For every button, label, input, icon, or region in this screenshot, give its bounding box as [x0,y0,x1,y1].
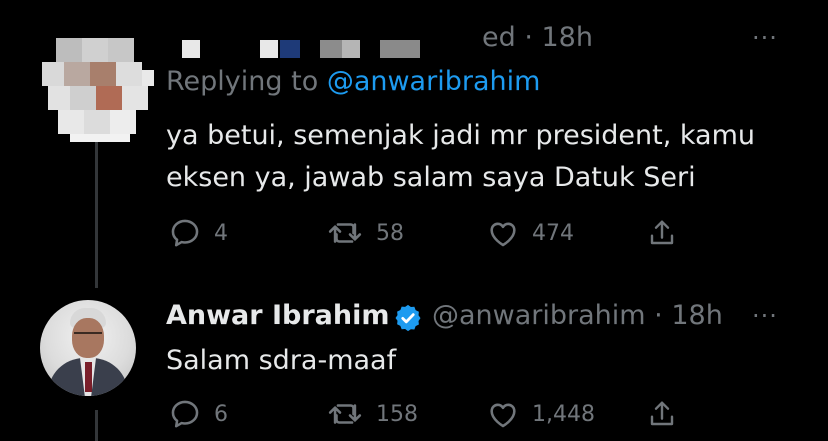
tweet2-retweet-count: 158 [376,401,418,427]
anwar-ibrahim-avatar[interactable] [40,300,136,396]
redacted-name-block-4 [320,40,342,58]
redacted-name-block-5 [342,40,360,58]
author-handle-time[interactable]: @anwaribrahim · 18h [432,300,723,331]
replying-prefix: Replying to [166,66,319,97]
author-name[interactable]: Anwar Ibrahim [166,300,390,331]
share-icon [650,220,674,245]
share-icon [650,401,674,426]
redacted-avatar[interactable] [42,24,154,142]
tweet1-text-line1: ya betui, semenjak jadi mr president, ka… [166,120,756,151]
avatar-tie [85,362,92,392]
reply-icon [171,400,199,428]
tweet1-more-icon[interactable]: ··· [752,24,778,52]
retweet-icon [328,223,362,243]
tweet1-time[interactable]: ed · 18h [482,22,593,53]
replying-to-line: Replying to @anwaribrahim [166,66,540,97]
tweet1-like-count: 474 [532,220,574,246]
tweet2-reply-button[interactable]: 6 [168,397,228,431]
verified-badge-icon [395,304,421,332]
like-icon [490,403,516,428]
retweet-icon [328,404,362,424]
avatar-glasses [74,332,102,340]
reply-icon [171,219,199,247]
redacted-name-block-6 [380,40,420,58]
tweet2-like-count: 1,448 [532,401,595,427]
tweet1-retweet-button[interactable]: 58 [326,216,404,250]
redacted-name-block-1 [182,40,200,58]
tweet2-text: Salam sdra-maaf [166,345,397,376]
redacted-name-block-3 [280,40,300,58]
tweet1-retweet-count: 58 [376,220,404,246]
tweet1-reply-button[interactable]: 4 [168,216,228,250]
tweet2-reply-count: 6 [214,401,228,427]
thread-line-top [95,140,98,288]
tweet1-text-line2: eksen ya, jawab salam saya Datuk Seri [166,162,696,193]
tweet2-like-button[interactable]: 1,448 [486,397,595,431]
redacted-name-block-2 [260,40,278,58]
tweet2-retweet-button[interactable]: 158 [326,397,418,431]
tweet1-like-button[interactable]: 474 [486,216,574,250]
tweet2-share-button[interactable] [646,397,678,431]
tweet1-share-button[interactable] [646,216,678,250]
tweet1-reply-count: 4 [214,220,228,246]
tweet2-more-icon[interactable]: ··· [752,302,778,330]
thread-line-bottom [95,410,98,441]
like-icon [490,222,516,247]
replying-handle-link[interactable]: @anwaribrahim [327,66,541,97]
